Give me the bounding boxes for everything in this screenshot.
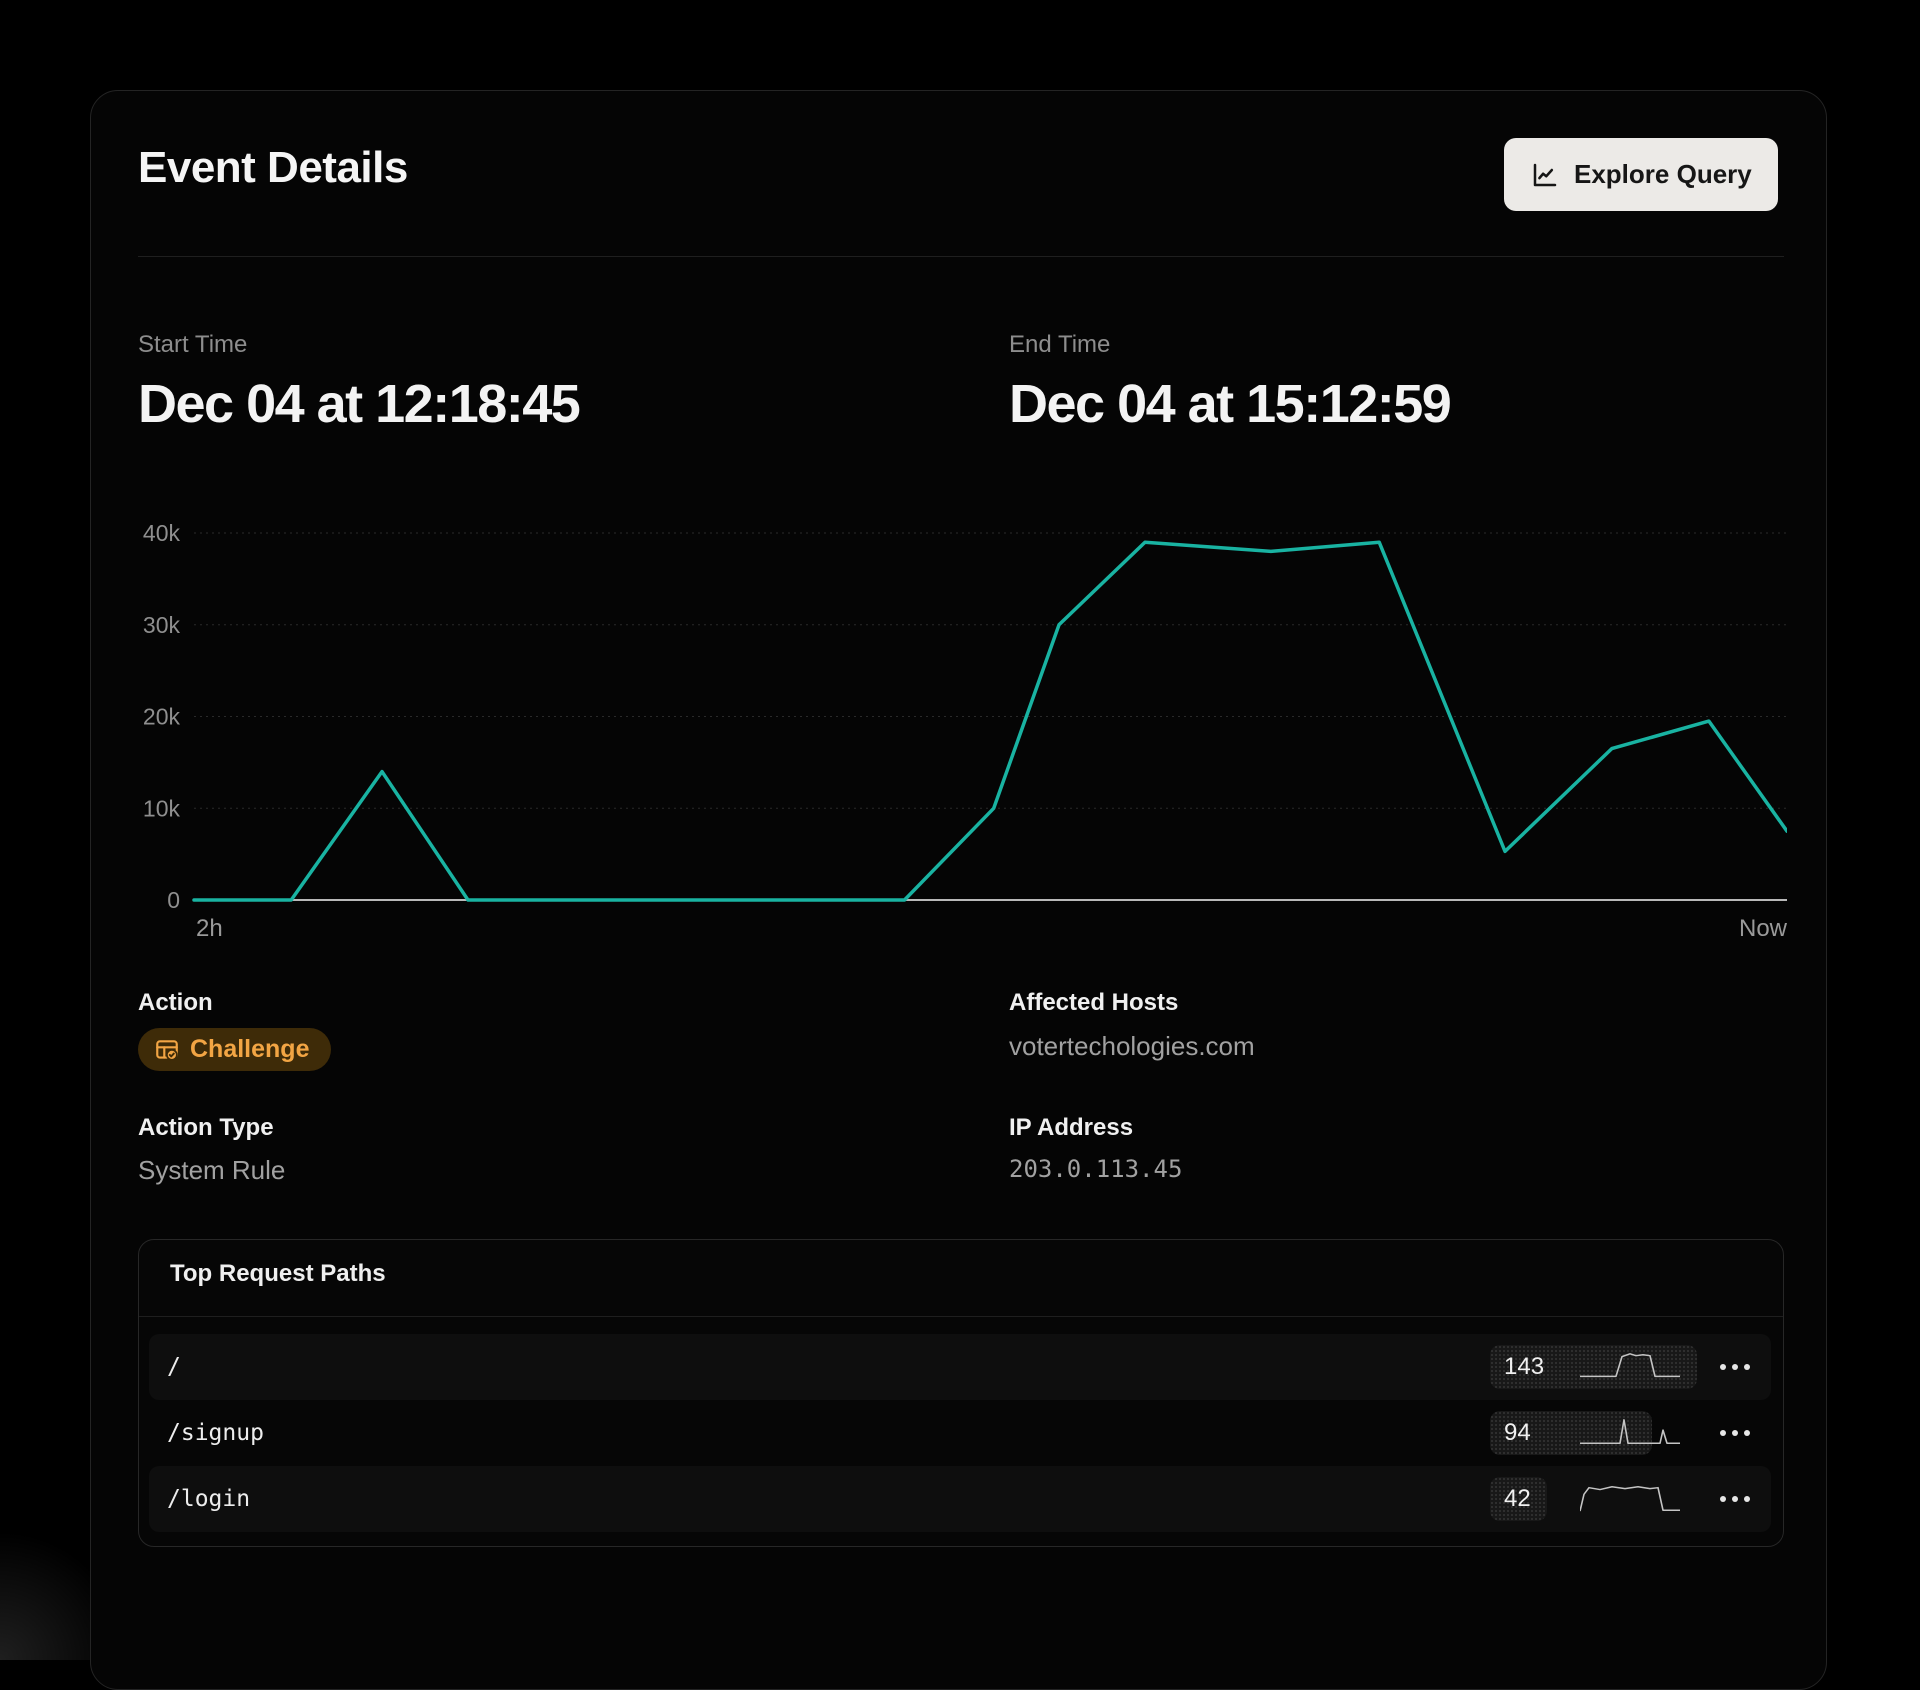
panel-divider — [139, 1316, 1783, 1317]
ellipsis-icon — [1720, 1430, 1726, 1436]
request-sparkline — [1580, 1417, 1680, 1447]
request-count: 143 — [1504, 1353, 1544, 1381]
header-divider — [138, 256, 1784, 257]
page-title: Event Details — [138, 143, 408, 193]
row-menu-button[interactable] — [1705, 1400, 1765, 1466]
ellipsis-icon — [1720, 1364, 1726, 1370]
x-axis-label-end: Now — [1739, 915, 1787, 942]
y-tick-label: 40k — [143, 520, 181, 546]
end-time-value: Dec 04 at 15:12:59 — [1009, 373, 1450, 435]
explore-query-label: Explore Query — [1574, 159, 1752, 190]
affected-hosts-label: Affected Hosts — [1009, 989, 1178, 1017]
action-type-value: System Rule — [138, 1155, 285, 1186]
ip-address-value: 203.0.113.45 — [1009, 1155, 1182, 1183]
request-count: 94 — [1504, 1419, 1531, 1447]
request-path: / — [167, 1354, 181, 1380]
request-path: /login — [167, 1486, 250, 1512]
ellipsis-icon — [1720, 1496, 1726, 1502]
traffic-chart: 0 10k 20k 30k 40k 2h Now — [138, 501, 1787, 961]
y-tick-label: 30k — [143, 612, 181, 638]
traffic-line-series — [194, 542, 1787, 900]
y-tick-label: 20k — [143, 704, 181, 730]
request-path-row: / 143 — [149, 1334, 1771, 1400]
request-sparkline — [1580, 1483, 1680, 1513]
request-path-row: /login 42 — [149, 1466, 1771, 1532]
request-count: 42 — [1504, 1485, 1531, 1513]
request-path: /signup — [167, 1420, 264, 1446]
start-time-label: Start Time — [138, 331, 247, 359]
x-axis-label-start: 2h — [196, 915, 223, 942]
start-time-value: Dec 04 at 12:18:45 — [138, 373, 579, 435]
y-tick-label: 10k — [143, 795, 181, 821]
affected-hosts-value: votertechologies.com — [1009, 1031, 1255, 1062]
request-sparkline — [1580, 1351, 1680, 1381]
top-request-paths-panel: Top Request Paths / 143 /signup 94 /logi… — [138, 1239, 1784, 1547]
line-chart-icon — [1530, 160, 1560, 190]
explore-query-button[interactable]: Explore Query — [1504, 138, 1778, 211]
ip-address-label: IP Address — [1009, 1114, 1133, 1142]
action-type-label: Action Type — [138, 1114, 274, 1142]
table-check-icon — [154, 1037, 180, 1063]
row-menu-button[interactable] — [1705, 1466, 1765, 1532]
challenge-badge-label: Challenge — [190, 1035, 309, 1064]
row-menu-button[interactable] — [1705, 1334, 1765, 1400]
action-label: Action — [138, 989, 213, 1017]
y-tick-label: 0 — [167, 887, 180, 913]
challenge-badge: Challenge — [138, 1028, 331, 1071]
end-time-label: End Time — [1009, 331, 1110, 359]
event-details-card: Event Details Explore Query Start Time D… — [90, 90, 1827, 1690]
request-path-row: /signup 94 — [149, 1400, 1771, 1466]
top-request-paths-title: Top Request Paths — [170, 1260, 386, 1288]
